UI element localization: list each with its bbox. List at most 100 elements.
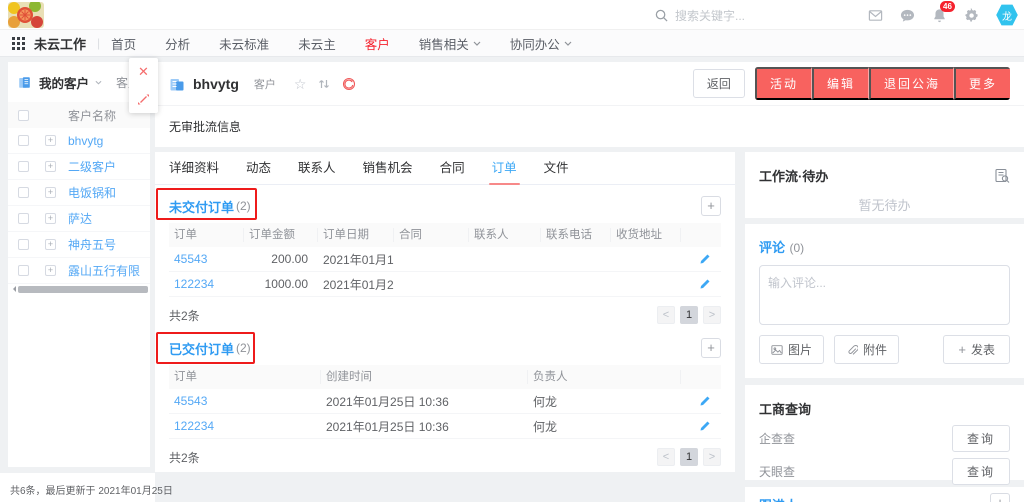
tab-details[interactable]: 详细资料 [169,152,219,185]
chat-icon[interactable] [900,8,915,23]
col-address: 收货地址 [611,228,681,242]
expand-plus-icon[interactable]: + [45,187,56,198]
nav-item-sales[interactable]: 销售相关 [419,34,481,53]
scroll-left-arrow[interactable] [10,286,16,292]
customer-link[interactable]: bhvytg [68,134,103,148]
add-order-button[interactable]: + [701,196,721,216]
order-link[interactable]: 45543 [169,394,321,408]
close-icon[interactable]: ✕ [138,65,149,78]
customer-link[interactable]: 神舟五号 [68,236,116,253]
tab-files[interactable]: 文件 [544,152,569,185]
query-button[interactable]: 查询 [952,458,1010,485]
global-search[interactable]: 搜索关键字... [655,0,745,30]
current-page[interactable]: 1 [680,306,698,324]
customer-row[interactable]: + 二级客户 [8,154,150,180]
workflow-title: 工作流·待办 [759,166,828,185]
active-tab-underline [489,183,520,185]
edit-pencil-icon[interactable] [681,253,721,265]
next-page-button[interactable]: > [703,306,721,324]
activity-button[interactable]: 活动 [755,67,812,100]
add-order-button[interactable]: + [701,338,721,358]
tab-orders[interactable]: 订单 [492,152,517,185]
order-link[interactable]: 122234 [169,277,244,291]
tab-contacts[interactable]: 联系人 [298,152,336,185]
edit-pencil-icon[interactable] [681,395,721,407]
prev-page-button[interactable]: < [657,448,675,466]
apps-grid-icon[interactable] [12,37,25,50]
back-button[interactable]: 返回 [693,69,745,98]
nav-item-standard[interactable]: 未云标准 [219,34,269,53]
edit-pencil-icon[interactable] [681,278,721,290]
seal-status-icon[interactable] [342,77,356,91]
order-link[interactable]: 122234 [169,419,321,433]
customer-link[interactable]: 露山五行有限 [68,262,140,279]
pagination: < 1 > [657,448,721,466]
table-row: 122234 1000.00 2021年01月25日 [169,272,721,297]
customer-row[interactable]: + 电饭锅和 [8,180,150,206]
customer-row[interactable]: + 萨达 [8,206,150,232]
add-button[interactable]: + [990,493,1010,502]
user-avatar[interactable]: 龙 [996,4,1018,26]
customer-row[interactable]: + 神舟五号 [8,232,150,258]
tab-opportunities[interactable]: 销售机会 [363,152,413,185]
customer-link[interactable]: 萨达 [68,210,92,227]
chevron-down-icon[interactable] [95,80,102,85]
doc-search-icon[interactable] [994,168,1010,184]
col-order: 订单 [169,228,244,242]
tab-contracts[interactable]: 合同 [440,152,465,185]
expand-plus-icon[interactable]: + [45,265,56,276]
nav-item-office[interactable]: 协同办公 [510,34,572,53]
expand-plus-icon[interactable]: + [45,161,56,172]
order-link[interactable]: 45543 [169,252,244,266]
table-row: 45543 200.00 2021年01月12日 [169,247,721,272]
scrollbar-thumb[interactable] [18,286,148,293]
edit-pencil-icon[interactable] [681,420,721,432]
workflow-panel: 工作流·待办 暂无待办 [745,152,1024,218]
attachment-button[interactable]: 附件 [834,335,899,364]
star-favorite-icon[interactable]: ☆ [294,77,307,91]
edit-button[interactable]: 编辑 [812,67,869,100]
select-all-checkbox[interactable] [18,110,29,121]
nav-item-main[interactable]: 未云主 [298,34,336,53]
row-checkbox[interactable] [18,161,29,172]
customer-link[interactable]: 电饭锅和 [68,184,116,201]
order-amount: 1000.00 [244,277,318,291]
undelivered-table-footer: 共2条 < 1 > [155,297,735,324]
more-button[interactable]: 更多 [954,67,1010,100]
customer-link[interactable]: 二级客户 [68,158,116,175]
settings-gear-icon[interactable] [964,8,979,23]
expand-plus-icon[interactable]: + [45,239,56,250]
query-button[interactable]: 查询 [952,425,1010,452]
row-checkbox[interactable] [18,213,29,224]
comment-input[interactable] [759,265,1010,325]
horizontal-scrollbar[interactable] [8,284,150,294]
workspace-title[interactable]: 未云工作 [34,34,86,53]
col-amount: 订单金额 [244,228,318,242]
mail-icon[interactable] [868,8,883,23]
tab-activity[interactable]: 动态 [246,152,271,185]
image-button[interactable]: 图片 [759,335,824,364]
row-checkbox[interactable] [18,265,29,276]
expand-plus-icon[interactable]: + [45,213,56,224]
tab-orders-label: 订单 [492,161,517,175]
post-comment-button[interactable]: + 发表 [943,335,1010,364]
attachment-button-label: 附件 [863,341,887,358]
current-page[interactable]: 1 [680,448,698,466]
nav-item-customer[interactable]: 客户 [365,34,390,53]
customer-row[interactable]: + bhvytg [8,128,150,154]
customer-row[interactable]: + 露山五行有限 [8,258,150,284]
app-logo[interactable] [8,2,44,28]
nav-item-analysis[interactable]: 分析 [165,34,190,53]
prev-page-button[interactable]: < [657,306,675,324]
row-checkbox[interactable] [18,135,29,146]
nav-item-home[interactable]: 首页 [111,34,136,53]
expand-diagonal-icon[interactable] [137,93,150,106]
expand-plus-icon[interactable]: + [45,135,56,146]
pagination: < 1 > [657,306,721,324]
row-checkbox[interactable] [18,187,29,198]
notifications[interactable]: 46 [932,8,947,23]
hierarchy-arrows-icon[interactable] [318,78,330,90]
row-checkbox[interactable] [18,239,29,250]
next-page-button[interactable]: > [703,448,721,466]
return-to-pool-button[interactable]: 退回公海 [869,67,954,100]
